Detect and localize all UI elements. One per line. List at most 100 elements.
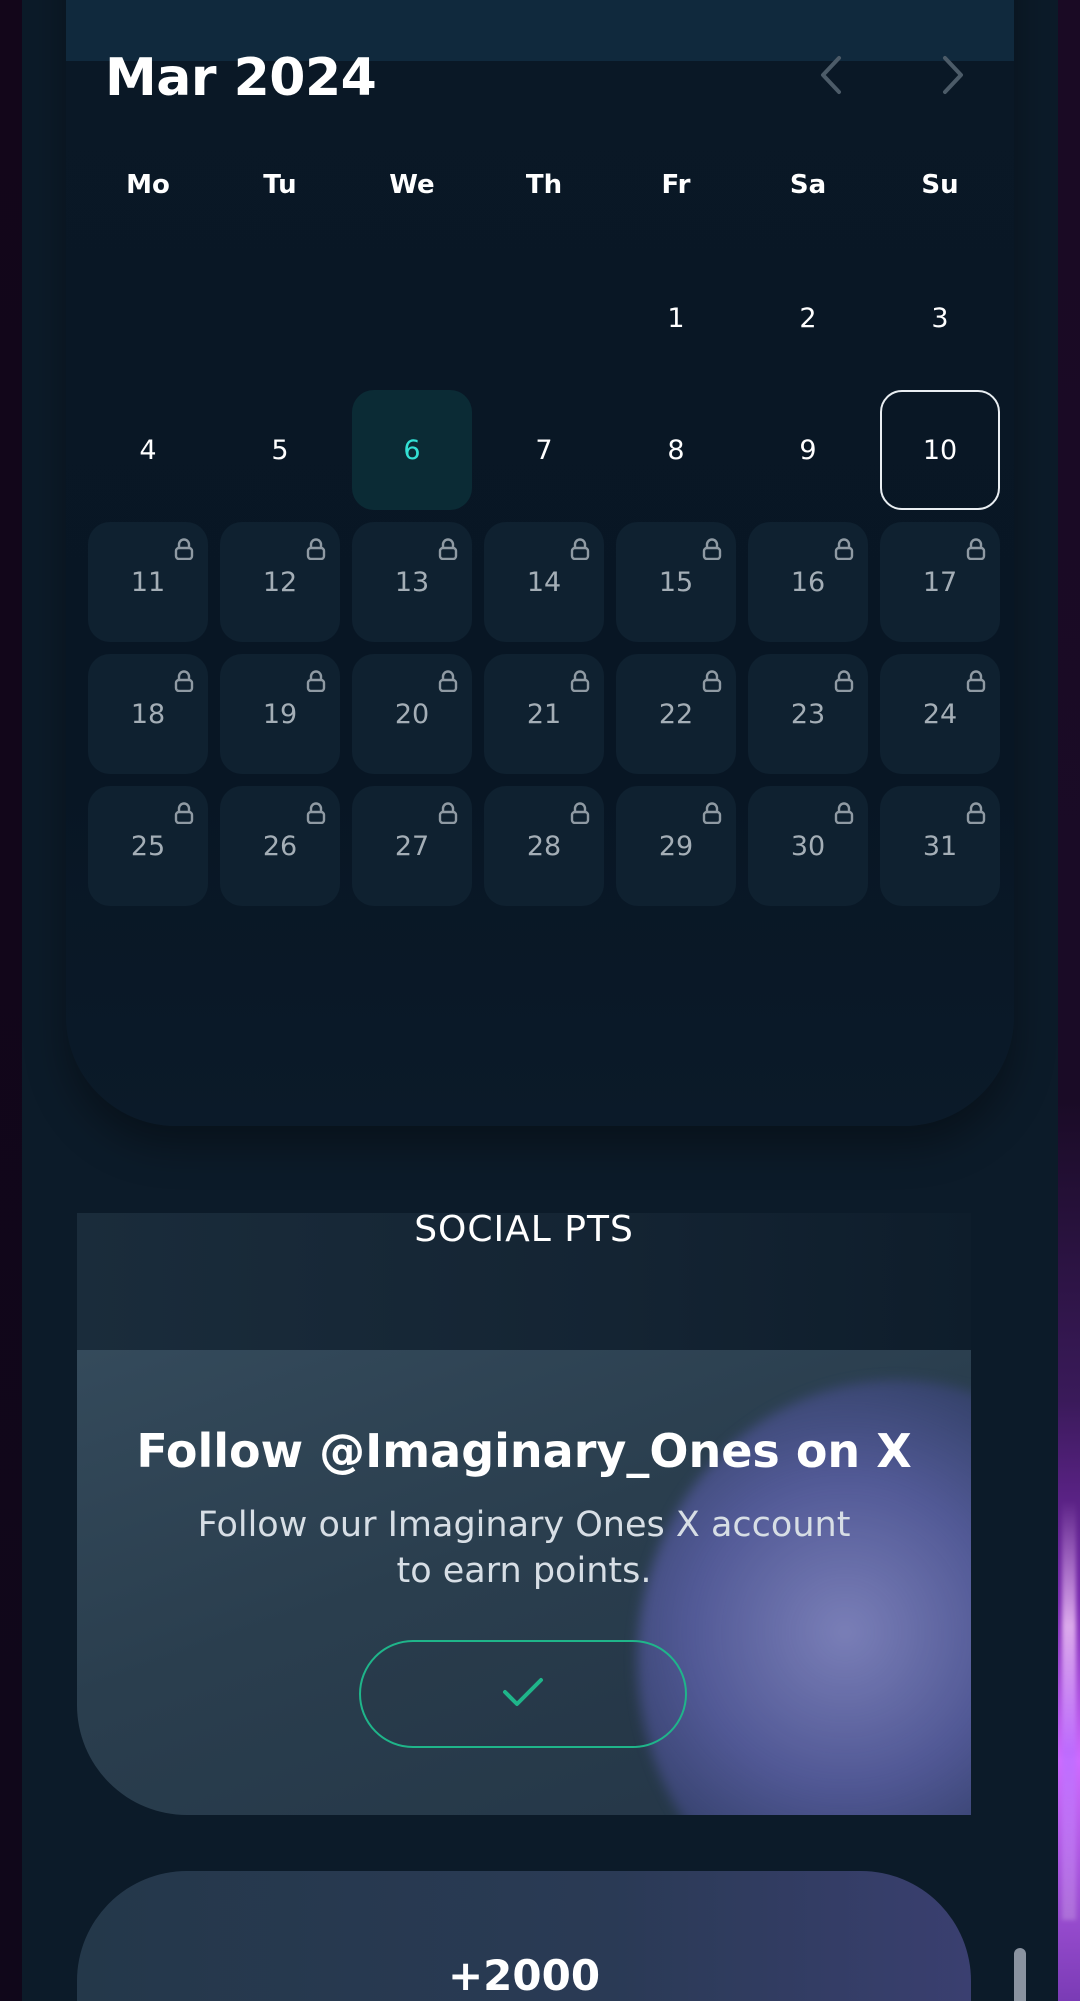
lock-icon <box>702 668 722 693</box>
social-points-header: SOCIAL PTS <box>77 1209 971 1350</box>
lock-icon <box>438 536 458 561</box>
calendar-day-number: 12 <box>262 566 298 598</box>
calendar-day-number: 20 <box>394 698 430 730</box>
calendar-day[interactable]: 10 <box>880 390 1000 510</box>
calendar-day-number: 13 <box>394 566 430 598</box>
calendar-day[interactable]: 6 <box>352 390 472 510</box>
calendar-day-number: 21 <box>526 698 562 730</box>
lock-icon <box>834 800 854 825</box>
task-complete-button[interactable] <box>359 1640 687 1748</box>
calendar-day-number: 29 <box>658 830 694 862</box>
calendar-day-number: 14 <box>526 566 562 598</box>
calendar-day[interactable]: 3 <box>880 258 1000 378</box>
lock-icon <box>570 800 590 825</box>
lock-icon <box>966 536 986 561</box>
prev-month-button[interactable] <box>804 52 860 108</box>
scrollbar-thumb[interactable] <box>1014 1948 1026 2001</box>
calendar-day-number: 24 <box>922 698 958 730</box>
calendar-card: Mar 2024 Mo Tu We Th Fr Sa Su 1 2 3 4 5 6 7 8 9 10 11 12 1… <box>66 0 1014 1126</box>
calendar-day: 17 <box>880 522 1000 642</box>
calendar-day-number: 31 <box>922 830 958 862</box>
weekday-label: Mo <box>126 170 170 200</box>
calendar-day: 29 <box>616 786 736 906</box>
lock-icon <box>966 800 986 825</box>
lock-icon <box>834 668 854 693</box>
lock-icon <box>174 668 194 693</box>
calendar-day: 12 <box>220 522 340 642</box>
calendar-day: 13 <box>352 522 472 642</box>
calendar-day-number: 16 <box>790 566 826 598</box>
calendar-day: 21 <box>484 654 604 774</box>
calendar-day-number: 3 <box>931 302 949 334</box>
calendar-day-number: 6 <box>403 434 421 466</box>
social-points-title: SOCIAL PTS <box>414 1209 634 1250</box>
lock-icon <box>702 536 722 561</box>
calendar-day[interactable]: 7 <box>484 390 604 510</box>
calendar-day: 16 <box>748 522 868 642</box>
weekday-label: We <box>389 170 435 200</box>
calendar-day[interactable]: 4 <box>88 390 208 510</box>
lock-icon <box>702 800 722 825</box>
calendar-day-number: 25 <box>130 830 166 862</box>
lock-icon <box>306 668 326 693</box>
calendar-day: 11 <box>88 522 208 642</box>
weekday-label: Sa <box>789 170 827 200</box>
calendar-day: 26 <box>220 786 340 906</box>
calendar-day[interactable]: 5 <box>220 390 340 510</box>
calendar-day[interactable]: 8 <box>616 390 736 510</box>
calendar-day: 22 <box>616 654 736 774</box>
calendar-day-number: 5 <box>271 434 289 466</box>
lock-icon <box>174 800 194 825</box>
calendar-day-number: 19 <box>262 698 298 730</box>
month-title: Mar 2024 <box>105 48 377 108</box>
right-edge <box>1058 0 1080 2001</box>
weekday-label: Fr <box>661 170 691 200</box>
calendar-day-number: 28 <box>526 830 562 862</box>
calendar-day-number: 11 <box>130 566 166 598</box>
calendar-day[interactable]: 9 <box>748 390 868 510</box>
calendar-day: 28 <box>484 786 604 906</box>
calendar-day: 24 <box>880 654 1000 774</box>
calendar-day-number: 23 <box>790 698 826 730</box>
task-description: Follow our Imaginary Ones X account to e… <box>197 1505 851 1591</box>
lock-icon <box>306 800 326 825</box>
calendar-day[interactable]: 1 <box>616 258 736 378</box>
calendar-day: 31 <box>880 786 1000 906</box>
calendar-day-number: 7 <box>535 434 553 466</box>
lock-icon <box>438 668 458 693</box>
weekday-label: Su <box>921 170 959 200</box>
lock-icon <box>174 536 194 561</box>
weekday-header-row: Mo Tu We Th Fr Sa Su <box>82 170 1006 210</box>
next-task-card: +2000 <box>77 1871 971 2001</box>
calendar-day: 27 <box>352 786 472 906</box>
calendar-day: 18 <box>88 654 208 774</box>
lock-icon <box>306 536 326 561</box>
calendar-day: 23 <box>748 654 868 774</box>
calendar-day-number: 4 <box>139 434 157 466</box>
chevron-right-icon <box>937 54 967 106</box>
calendar-day[interactable]: 2 <box>748 258 868 378</box>
task-points: +2000 <box>447 1951 601 2000</box>
chevron-left-icon <box>817 54 847 106</box>
calendar-day-number: 15 <box>658 566 694 598</box>
calendar-day: 25 <box>88 786 208 906</box>
app-screen: Mar 2024 Mo Tu We Th Fr Sa Su 1 2 3 4 5 6 7 8 9 10 11 12 1… <box>0 0 1080 2001</box>
calendar-day-number: 27 <box>394 830 430 862</box>
calendar-day: 20 <box>352 654 472 774</box>
next-month-button[interactable] <box>924 52 980 108</box>
task-title: Follow @Imaginary_Ones on X <box>136 1424 912 1478</box>
calendar-day: 19 <box>220 654 340 774</box>
calendar-day-number: 17 <box>922 566 958 598</box>
social-task-card: Follow @Imaginary_Ones on X Follow our I… <box>77 1350 971 1815</box>
calendar-day-number: 10 <box>922 434 958 466</box>
calendar-day: 14 <box>484 522 604 642</box>
calendar-day-number: 18 <box>130 698 166 730</box>
lock-icon <box>834 536 854 561</box>
weekday-label: Tu <box>263 170 297 200</box>
calendar-day-number: 2 <box>799 302 817 334</box>
calendar-day-number: 22 <box>658 698 694 730</box>
left-edge <box>0 0 22 2001</box>
lock-icon <box>570 536 590 561</box>
calendar-day-number: 26 <box>262 830 298 862</box>
calendar-day-number: 1 <box>667 302 685 334</box>
